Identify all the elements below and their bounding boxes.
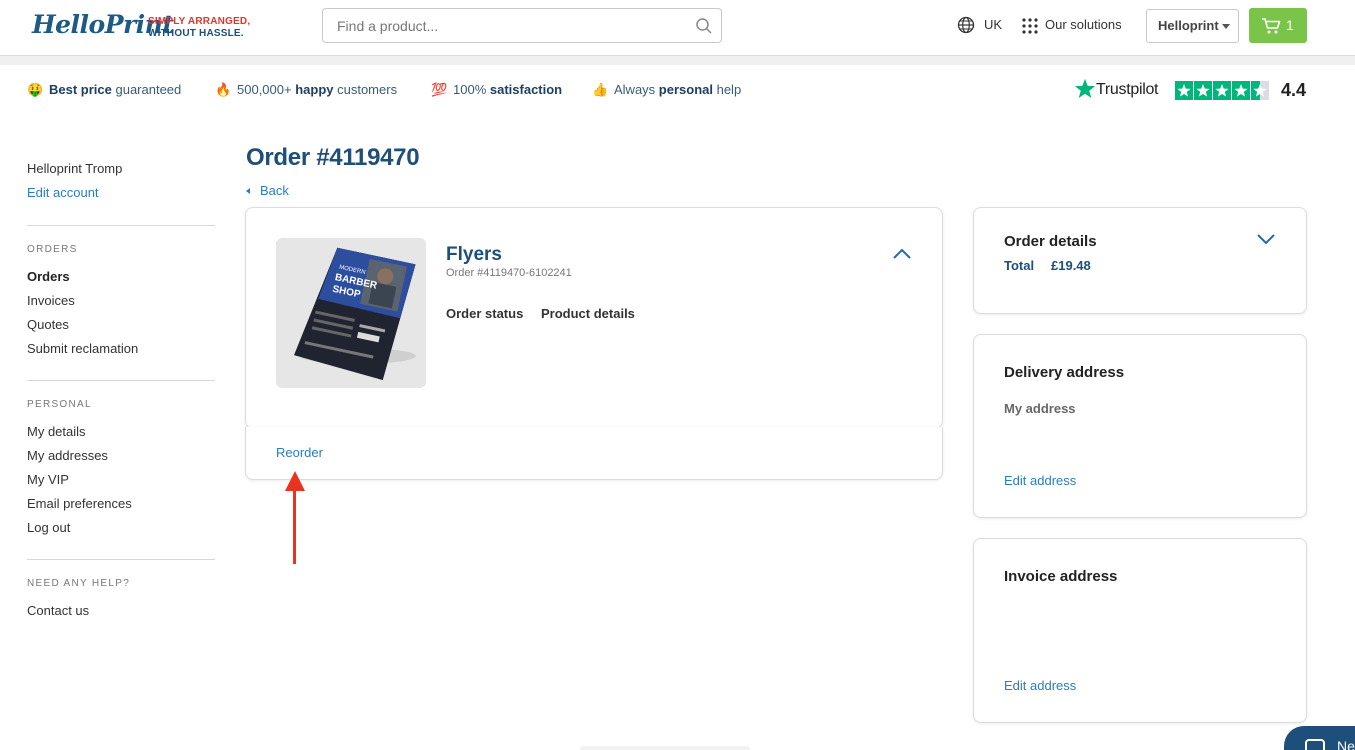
search-icon[interactable]	[695, 17, 713, 35]
annotation-arrow-shaft	[293, 486, 296, 564]
invoice-address-card	[973, 538, 1307, 723]
account-dropdown[interactable]: Helloprint	[1146, 9, 1239, 43]
cart-icon	[1262, 18, 1281, 34]
sidebar-item-log-out[interactable]: Log out	[27, 520, 70, 535]
sidebar-divider	[27, 225, 215, 226]
fire-emoji-icon: 🔥	[215, 82, 232, 97]
sidebar-item-my-addresses[interactable]: My addresses	[27, 448, 108, 463]
edit-delivery-address-link[interactable]: Edit address	[1004, 473, 1076, 488]
edit-invoice-address-link[interactable]: Edit address	[1004, 678, 1076, 693]
usp-personal-help: 👍 Always personal help	[592, 82, 741, 98]
invoice-address-title: Invoice address	[1004, 568, 1118, 585]
order-details-title: Order details	[1004, 233, 1097, 250]
usp-bold: Best price	[49, 82, 112, 97]
chat-label: Ne	[1337, 738, 1355, 750]
bottom-shadow-bar	[580, 746, 750, 750]
search-input[interactable]	[337, 17, 677, 35]
usp-rest: guaranteed	[111, 82, 182, 97]
usp-pre: 100%	[453, 82, 490, 97]
chat-widget-button[interactable]: Ne	[1284, 726, 1355, 750]
back-arrow-icon	[246, 187, 250, 194]
grid-dots-icon[interactable]	[1022, 18, 1038, 34]
sidebar-heading-help: NEED ANY HELP?	[27, 578, 131, 589]
usp-bold: happy	[295, 82, 334, 97]
usp-bold: personal	[658, 82, 713, 97]
caret-down-icon	[1222, 24, 1230, 29]
product-thumbnail: MODERN BARBER SHOP	[276, 238, 426, 388]
sidebar-heading-personal: PERSONAL	[27, 399, 92, 410]
tab-product-details[interactable]: Product details	[541, 306, 635, 321]
sidebar-divider	[27, 559, 215, 560]
sidebar-item-contact-us[interactable]: Contact us	[27, 603, 89, 618]
chevron-down-icon[interactable]	[1254, 230, 1278, 248]
trustpilot-label[interactable]: Trustpilot	[1096, 81, 1159, 99]
order-total-value: £19.48	[1051, 258, 1091, 273]
sidebar-item-email-preferences[interactable]: Email preferences	[27, 496, 132, 511]
delivery-address-card	[973, 334, 1307, 518]
trustpilot-score: 4.4	[1281, 80, 1307, 100]
usp-pre: 500,000+	[237, 82, 296, 97]
drooling-face-emoji-icon: 🤑	[27, 82, 44, 97]
order-total-label: Total	[1004, 258, 1035, 273]
delivery-address-name: My address	[1004, 401, 1076, 416]
sidebar-item-submit-reclamation[interactable]: Submit reclamation	[27, 341, 138, 356]
reorder-link[interactable]: Reorder	[276, 445, 323, 460]
product-name: Flyers	[446, 244, 502, 265]
usp-rest: help	[712, 82, 742, 97]
back-link[interactable]: Back	[246, 183, 289, 198]
trustpilot-star-icon	[1074, 78, 1096, 98]
usp-rest: customers	[333, 82, 398, 97]
trustpilot-rating-stars-icon	[1175, 81, 1269, 100]
product-order-number: Order #4119470-6102241	[446, 267, 572, 279]
sidebar-item-orders[interactable]: Orders	[27, 269, 70, 284]
hundred-points-emoji-icon: 💯	[431, 82, 448, 97]
sidebar-heading-orders: ORDERS	[27, 244, 78, 255]
usp-satisfaction: 💯 100% satisfaction	[431, 82, 562, 98]
search-box[interactable]	[322, 8, 722, 43]
sidebar-divider	[27, 380, 215, 381]
chevron-up-icon[interactable]	[890, 244, 914, 264]
cart-count: 1	[1286, 17, 1294, 33]
tagline-line-2: WITHOUT HASSLE.	[148, 28, 244, 39]
chat-bubble-icon	[1305, 739, 1325, 750]
account-user-name: Helloprint Tromp	[27, 161, 123, 176]
flyer-image-icon: MODERN BARBER SHOP	[294, 247, 416, 381]
header-divider-strip	[0, 56, 1355, 65]
thumbs-up-emoji-icon: 👍	[592, 82, 609, 97]
site-header: HelloPrint SIMPLY ARRANGED, WITHOUT HASS…	[0, 0, 1355, 56]
sidebar-item-invoices[interactable]: Invoices	[27, 293, 75, 308]
cart-button[interactable]: 1	[1249, 8, 1307, 43]
usp-bold: satisfaction	[489, 82, 563, 97]
country-selector[interactable]: UK	[984, 17, 1002, 32]
account-dropdown-label: Helloprint	[1158, 18, 1219, 33]
tagline-line-1: SIMPLY ARRANGED,	[148, 16, 251, 27]
delivery-address-title: Delivery address	[1004, 364, 1125, 381]
order-item-footer	[245, 427, 943, 480]
sidebar-item-my-details[interactable]: My details	[27, 424, 86, 439]
usp-pre: Always	[614, 82, 659, 97]
back-label: Back	[260, 183, 289, 198]
globe-icon[interactable]	[957, 16, 975, 34]
sidebar-item-quotes[interactable]: Quotes	[27, 317, 69, 332]
logo-tagline: SIMPLY ARRANGED, WITHOUT HASSLE.	[148, 16, 250, 40]
our-solutions-link[interactable]: Our solutions	[1045, 17, 1122, 32]
usp-happy-customers: 🔥 500,000+ happy customers	[215, 82, 397, 98]
page-title: Order #4119470	[246, 144, 420, 171]
sidebar-item-my-vip[interactable]: My VIP	[27, 472, 69, 487]
edit-account-link[interactable]: Edit account	[27, 185, 99, 200]
usp-best-price: 🤑 Best price guaranteed	[27, 82, 181, 98]
tab-order-status[interactable]: Order status	[446, 306, 523, 321]
